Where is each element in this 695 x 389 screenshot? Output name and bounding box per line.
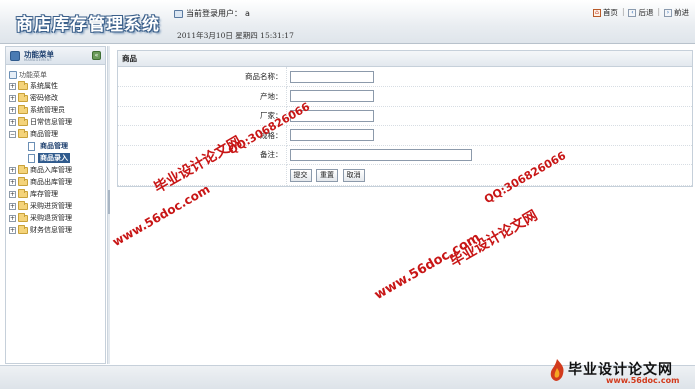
folder-icon — [18, 212, 28, 222]
logo-url: www.56doc.com — [606, 376, 680, 385]
sidebar-item-label: 库存管理 — [30, 190, 58, 198]
sidebar-item-label: 系统属性 — [30, 82, 58, 90]
origin-label: 产地： — [118, 86, 287, 107]
sidebar-item-inventory[interactable]: + 库存管理 — [6, 188, 105, 200]
remark-input[interactable] — [289, 148, 472, 161]
sidebar-splitter[interactable] — [107, 46, 110, 364]
form-row: 厂家： — [118, 106, 692, 126]
menu-tree: 功能菜单 + 系统属性 + 密码修改 + 系统管理员 + 日常信息管理 − 商品… — [6, 65, 105, 236]
menu-header: 功能菜单 MANAGEMENT « — [6, 47, 105, 65]
folder-icon — [18, 188, 28, 198]
folder-icon — [18, 104, 28, 114]
back-link-label: 后退 — [638, 8, 654, 17]
form-row: 规格： — [118, 125, 692, 146]
menu-subtitle: MANAGEMENT — [24, 58, 53, 62]
forward-link[interactable]: › 前进 — [664, 7, 689, 18]
submit-button[interactable]: 提交 — [289, 168, 312, 182]
origin-input[interactable] — [289, 90, 374, 103]
flame-logo-icon — [550, 359, 564, 381]
main-content: 商品 商品名称： 产地： 厂家： 规格： 备注： 提交 重置 取消 — [111, 46, 695, 364]
app-title: 商店库存管理系统 — [16, 15, 160, 35]
user-icon — [174, 9, 183, 18]
expand-icon[interactable]: + — [9, 106, 16, 114]
menu-icon — [10, 51, 20, 61]
expand-icon[interactable]: + — [9, 94, 16, 102]
expand-icon[interactable]: + — [9, 202, 16, 210]
tree-root[interactable]: 功能菜单 — [6, 69, 105, 80]
header-nav: ⌂ 首页 | ‹ 后退 | › 前进 — [592, 7, 689, 18]
folder-icon — [18, 176, 28, 186]
site-logo: 毕业设计论文网 www.56doc.com — [548, 357, 695, 389]
sidebar-item-label: 系统管理员 — [30, 106, 65, 114]
sidebar-item-system-properties[interactable]: + 系统属性 — [6, 80, 105, 92]
nav-separator: | — [657, 7, 660, 16]
sidebar-item-label: 采购退货管理 — [30, 214, 72, 222]
sidebar-item-purchase[interactable]: + 采购进货管理 — [6, 200, 105, 212]
sidebar-item-label: 采购进货管理 — [30, 202, 72, 210]
sidebar: 功能菜单 MANAGEMENT « 功能菜单 + 系统属性 + 密码修改 + 系… — [5, 46, 106, 364]
sidebar-item-stock-in[interactable]: + 商品入库管理 — [6, 164, 105, 176]
sidebar-item-label: 财务信息管理 — [30, 226, 72, 234]
product-name-label: 商品名称： — [118, 67, 287, 87]
expand-icon[interactable]: + — [9, 166, 16, 174]
computer-icon — [9, 70, 17, 79]
panel-title: 商品 — [118, 51, 692, 67]
open-folder-icon — [18, 128, 28, 138]
reset-button[interactable]: 重置 — [316, 168, 339, 182]
expand-icon[interactable]: + — [9, 82, 16, 90]
sidebar-item-change-password[interactable]: + 密码修改 — [6, 92, 105, 104]
sidebar-item-label: 日常信息管理 — [30, 118, 72, 126]
cancel-button[interactable]: 取消 — [342, 168, 365, 182]
expand-icon[interactable]: + — [9, 214, 16, 222]
back-arrow-icon: ‹ — [628, 8, 637, 17]
sidebar-item-finance[interactable]: + 财务信息管理 — [6, 224, 105, 236]
sidebar-subitem-label: 商品录入 — [38, 153, 70, 163]
forward-link-label: 前进 — [674, 8, 689, 17]
sidebar-subitem-product-entry[interactable]: 商品录入 — [6, 152, 105, 164]
collapse-icon[interactable]: − — [9, 130, 16, 138]
top-header: 商店库存管理系统 当前登录用户： a 2011年3月10日 星期四 15:31:… — [0, 0, 695, 44]
sidebar-item-product-management[interactable]: − 商品管理 — [6, 128, 105, 140]
sidebar-item-label: 商品出库管理 — [30, 178, 72, 186]
manufacturer-label: 厂家： — [118, 106, 287, 126]
current-user-label: 当前登录用户： — [186, 9, 242, 18]
folder-icon — [18, 116, 28, 126]
sidebar-item-label: 商品管理 — [30, 130, 58, 138]
current-user-bar: 当前登录用户： a — [174, 8, 250, 19]
expand-icon[interactable]: + — [9, 226, 16, 234]
splitter-grip[interactable] — [108, 190, 110, 214]
home-icon: ⌂ — [592, 8, 601, 17]
collapse-menu-button[interactable]: « — [92, 51, 101, 60]
sidebar-item-purchase-return[interactable]: + 采购退货管理 — [6, 212, 105, 224]
spec-input[interactable] — [289, 129, 374, 142]
folder-icon — [18, 164, 28, 174]
form-row: 商品名称： — [118, 67, 692, 87]
folder-icon — [18, 80, 28, 90]
home-link-label: 首页 — [602, 8, 618, 17]
form-row: 产地： — [118, 86, 692, 107]
document-icon — [28, 141, 35, 151]
folder-icon — [18, 200, 28, 210]
expand-icon[interactable]: + — [9, 178, 16, 186]
expand-icon[interactable]: + — [9, 190, 16, 198]
forward-arrow-icon: › — [664, 8, 672, 17]
sidebar-subitem-label: 商品管理 — [40, 142, 68, 150]
folder-icon — [18, 92, 28, 102]
current-user-name: a — [245, 9, 250, 18]
sidebar-subitem-product-list[interactable]: 商品管理 — [6, 140, 105, 152]
home-link[interactable]: ⌂ 首页 — [592, 7, 618, 18]
folder-icon — [18, 224, 28, 234]
nav-separator: | — [621, 7, 625, 16]
datetime-display: 2011年3月10日 星期四 15:31:17 — [177, 31, 294, 40]
back-link[interactable]: ‹ 后退 — [628, 7, 653, 18]
sidebar-item-stock-out[interactable]: + 商品出库管理 — [6, 176, 105, 188]
sidebar-item-label: 商品入库管理 — [30, 166, 72, 174]
sidebar-item-daily-info[interactable]: + 日常信息管理 — [6, 116, 105, 128]
tree-root-label: 功能菜单 — [19, 70, 47, 79]
product-name-input[interactable] — [289, 70, 374, 83]
sidebar-item-label: 密码修改 — [30, 94, 58, 102]
sidebar-item-system-admin[interactable]: + 系统管理员 — [6, 104, 105, 116]
expand-icon[interactable]: + — [9, 118, 16, 126]
document-icon — [28, 153, 35, 163]
